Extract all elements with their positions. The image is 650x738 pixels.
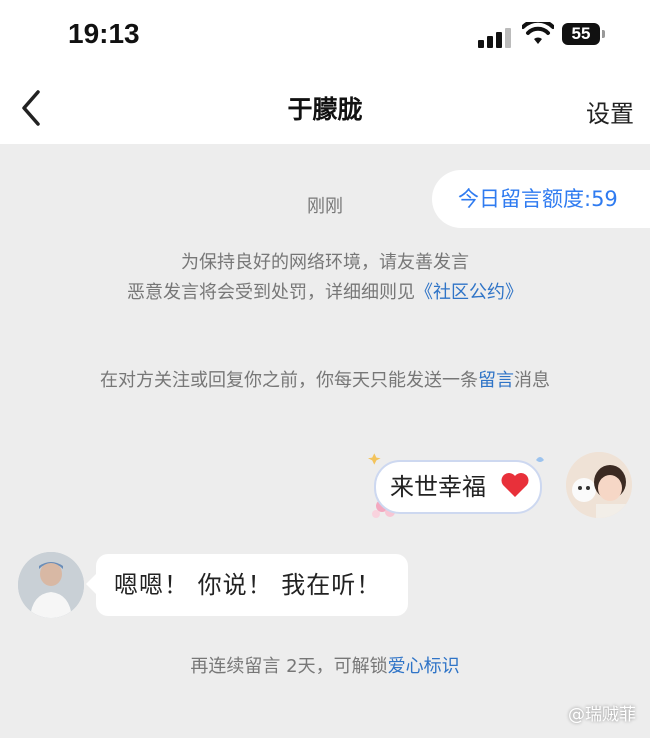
timestamp: 刚刚 — [307, 196, 343, 217]
rule-text: 在对方关注或回复你之前，你每天只能发送一条 — [100, 370, 478, 391]
notice-line-1: 为保持良好的网络环境，请友善发言 — [181, 252, 469, 273]
message-link[interactable]: 留言 — [478, 370, 514, 391]
settings-button[interactable]: 设置 — [586, 94, 634, 129]
my-message-bubble[interactable]: 来世幸福 — [366, 452, 552, 522]
notice-line-2: 恶意发言将会受到处罚，详细细则见《社区公约》 — [0, 278, 650, 304]
heart-badge-link[interactable]: 爱心标识 — [388, 656, 460, 677]
status-time: 19:13 — [68, 18, 140, 49]
heart-emoji-icon — [501, 473, 529, 497]
status-bar: 19:13 55 — [0, 0, 650, 72]
battery-tip — [602, 30, 605, 38]
unlock-text: 再连续留言 2天，可解锁 — [190, 656, 388, 677]
battery-icon: 55 — [562, 23, 600, 45]
wifi-icon — [522, 22, 554, 44]
navigation-bar: 于朦胧 设置 — [0, 72, 650, 144]
rule-suffix: 消息 — [514, 370, 550, 391]
notice-line-2-text: 恶意发言将会受到处罚，详细细则见 — [127, 282, 415, 303]
chat-title: 于朦胧 — [287, 95, 363, 124]
contact-avatar[interactable] — [18, 552, 84, 618]
my-avatar[interactable] — [566, 452, 632, 518]
message-rule-notice: 在对方关注或回复你之前，你每天只能发送一条留言消息 — [0, 366, 650, 392]
contact-message-bubble[interactable]: 嗯嗯！ 你说！ 我在听！ — [86, 554, 408, 616]
community-rules-link[interactable]: 《社区公约》 — [415, 282, 523, 303]
unlock-notice: 再连续留言 2天，可解锁爱心标识 — [0, 652, 650, 678]
watermark: @瑞贼菲 — [568, 705, 636, 725]
cellular-signal-icon — [478, 26, 512, 48]
